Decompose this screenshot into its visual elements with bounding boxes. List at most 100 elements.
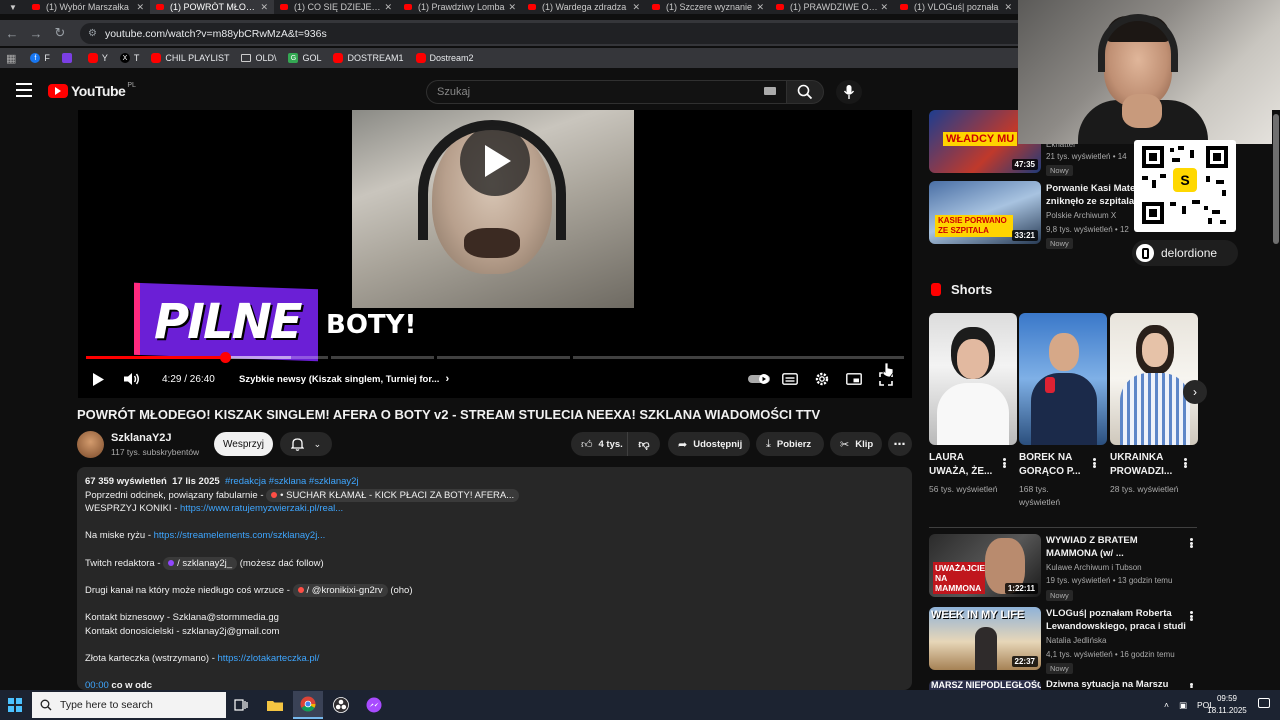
like-button[interactable]: 👍︎ 4 tys.	[571, 432, 628, 456]
video-thumbnail[interactable]: MARSZ NIEPODLEGŁOŚCI 2025	[929, 680, 1041, 690]
subtitles-button[interactable]	[781, 366, 799, 392]
linked-video-chip[interactable]: • SUCHAR KŁAMAŁ - KICK PŁACI ZA BOTY! AF…	[266, 488, 520, 503]
clip-button[interactable]: ✂ Klip	[830, 432, 882, 456]
video-thumbnail[interactable]: WEEK IN MY LIFE 22:37	[929, 607, 1041, 670]
download-button[interactable]: ⤓ Pobierz	[756, 432, 824, 456]
description-link[interactable]: https://www.ratujemyzwierzaki.pl/real...	[180, 503, 343, 514]
hamburger-menu-icon[interactable]	[16, 83, 32, 97]
video-title[interactable]: MAMMONA (w/ ...	[1046, 547, 1178, 560]
bookmark-item[interactable]: Y	[87, 53, 108, 63]
reload-icon[interactable]: ↻	[48, 25, 72, 41]
more-vertical-icon[interactable]	[1089, 456, 1099, 470]
browser-tab[interactable]: (1) Szczere wyznanie ✕	[646, 0, 770, 14]
support-button[interactable]: Wesprzyj	[214, 432, 273, 456]
more-vertical-icon[interactable]	[999, 456, 1009, 470]
obs-icon[interactable]	[326, 691, 356, 719]
more-vertical-icon[interactable]	[1180, 456, 1190, 470]
hashtags[interactable]: #redakcja #szklana #szklanay2j	[225, 476, 359, 487]
bookmark-item[interactable]: G GOL	[288, 53, 321, 63]
chevron-up-icon[interactable]: ˄	[1164, 700, 1169, 710]
page-scrollbar[interactable]	[1272, 110, 1280, 690]
subscribed-bell-button[interactable]: ⌄	[280, 432, 332, 456]
autoplay-toggle[interactable]	[748, 366, 770, 392]
video-thumbnail[interactable]: KASIE PORWANO ZE SZPITALA 33:21	[929, 181, 1041, 244]
keyboard-icon[interactable]	[764, 87, 776, 95]
search-button[interactable]	[786, 80, 824, 104]
tab-search-button[interactable]: ▼	[2, 0, 24, 14]
progress-bar[interactable]	[86, 352, 904, 363]
video-title[interactable]: Lewandowskiego, praca i studi...	[1046, 620, 1186, 633]
video-title[interactable]: VLOGuś| poznałam Roberta	[1046, 607, 1186, 620]
forward-icon[interactable]: →	[24, 26, 48, 41]
close-icon[interactable]: ✕	[756, 2, 764, 13]
big-play-button[interactable]	[460, 126, 530, 196]
chapter-title[interactable]: Szybkie newsy (Kiszak singlem, Turniej f…	[239, 366, 449, 392]
browser-tab[interactable]: (1) Prawdziwy Lomba ✕	[398, 0, 522, 14]
task-view-icon[interactable]	[226, 691, 256, 719]
video-title[interactable]: zniknęło ze szpitala	[1046, 195, 1136, 208]
volume-button[interactable]	[122, 366, 142, 392]
description-link[interactable]: https://zlotakarteczka.pl/	[218, 653, 320, 664]
channel-name[interactable]: Kulawe Archiwum i Tubson	[1046, 563, 1186, 572]
more-vertical-icon[interactable]	[1186, 681, 1196, 690]
voice-search-button[interactable]	[836, 80, 862, 104]
close-icon[interactable]: ✕	[260, 2, 268, 13]
short-thumbnail[interactable]	[1110, 313, 1198, 445]
close-icon[interactable]: ✕	[1004, 2, 1012, 13]
browser-tab[interactable]: (1) VLOGuś| poznała ✕	[894, 0, 1018, 14]
close-icon[interactable]: ✕	[508, 2, 516, 13]
twitch-link-chip[interactable]: / szklanay2j_	[163, 556, 238, 571]
youtube-logo[interactable]: YouTube PL	[48, 82, 136, 99]
bookmark-item[interactable]: CHIL PLAYLIST	[151, 53, 229, 63]
chrome-icon[interactable]	[293, 691, 323, 719]
miniplayer-button[interactable]	[845, 366, 863, 392]
video-title[interactable]: Dziwna sytuacja na Marszu	[1046, 679, 1186, 690]
notification-icon[interactable]	[1258, 698, 1270, 708]
short-title[interactable]: LAURA UWAŻA, ŻE...	[929, 451, 999, 479]
channel-name[interactable]: SzklanaY2J	[111, 432, 172, 444]
file-explorer-icon[interactable]	[260, 691, 290, 719]
close-icon[interactable]: ✕	[880, 2, 888, 13]
video-thumbnail[interactable]: UWAŻAJCIE NA MAMMONA 1:22:11	[929, 534, 1041, 597]
scrollbar-thumb[interactable]	[1273, 114, 1279, 244]
channel-avatar[interactable]	[77, 431, 104, 458]
description-link[interactable]: https://streamelements.com/szklanay2j...	[154, 530, 326, 541]
channel-name[interactable]: Natalia Jedlińska	[1046, 636, 1186, 645]
bookmark-item[interactable]: fF	[30, 53, 50, 63]
bookmark-item[interactable]: Dostream2	[415, 53, 474, 63]
bookmark-item[interactable]	[61, 53, 76, 63]
network-icon[interactable]: ▣	[1179, 700, 1187, 711]
short-title[interactable]: UKRAINKA PROWADZI...	[1110, 451, 1180, 479]
dislike-button[interactable]: 👎︎	[628, 432, 660, 456]
close-icon[interactable]: ✕	[136, 2, 144, 13]
channel-link-chip[interactable]: / @kronikixi-gn2rv	[292, 583, 388, 598]
short-title[interactable]: BOREK NA GORĄCO P...	[1019, 451, 1089, 479]
settings-button[interactable]	[813, 366, 831, 392]
play-button[interactable]	[90, 366, 106, 392]
video-title[interactable]: WYWIAD Z BRATEM	[1046, 534, 1178, 547]
description-box[interactable]: 67 359 wyświetleń 17 lis 2025 #redakcja …	[77, 467, 912, 690]
messenger-icon[interactable]	[359, 691, 389, 719]
progress-scrubber[interactable]	[220, 352, 232, 363]
bookmark-folder[interactable]: OLD\	[241, 53, 276, 63]
chevron-right-icon[interactable]: ›	[1183, 380, 1207, 404]
browser-tab[interactable]: (1) Wybór Marszałka ✕	[26, 0, 150, 14]
more-vertical-icon[interactable]	[1186, 609, 1196, 623]
browser-tab[interactable]: (1) Wardega zdradza ✕	[522, 0, 646, 14]
close-icon[interactable]: ✕	[632, 2, 640, 13]
video-title[interactable]: Porwanie Kasi Mate	[1046, 182, 1136, 195]
short-thumbnail[interactable]	[929, 313, 1017, 445]
back-icon[interactable]: ←	[0, 26, 24, 41]
more-actions-button[interactable]: ⋯	[888, 432, 912, 456]
bookmark-item[interactable]: XT	[119, 53, 139, 63]
short-thumbnail[interactable]	[1019, 313, 1107, 445]
share-button[interactable]: ➦ Udostępnij	[668, 432, 750, 456]
site-info-icon[interactable]: ⚙	[88, 28, 97, 39]
browser-tab[interactable]: (1) PRAWDZIWE OBL ✕	[770, 0, 894, 14]
search-input[interactable]: Szukaj	[426, 80, 786, 104]
browser-tab-active[interactable]: (1) POWRÓT MŁODEGO✕	[150, 0, 274, 14]
close-icon[interactable]: ✕	[384, 2, 392, 13]
channel-name[interactable]: Polskie Archiwum X	[1046, 211, 1132, 220]
windows-start-icon[interactable]	[8, 698, 22, 712]
apps-icon[interactable]: ▦	[6, 52, 16, 65]
